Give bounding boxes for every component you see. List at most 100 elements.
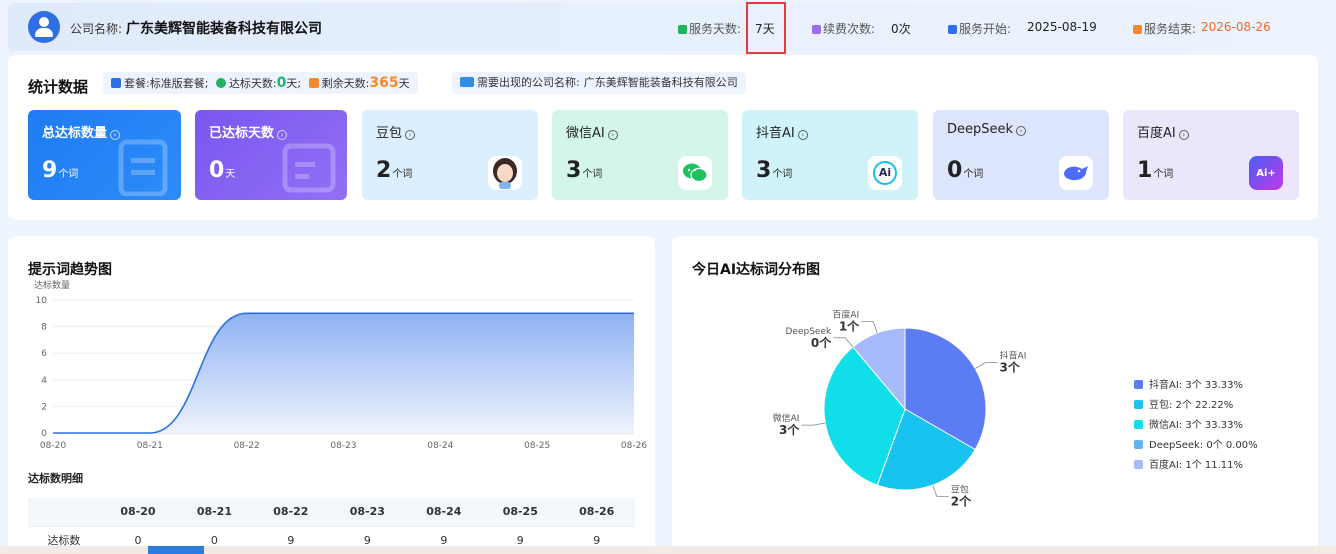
tile-value: 3个词: [566, 158, 603, 183]
tile-douyin-ai[interactable]: 抖音AI › 3个词 Ai: [742, 110, 918, 200]
wechat-icon: [678, 156, 712, 190]
deepseek-whale-icon: [1059, 156, 1093, 190]
x-tick-label: 08-24: [427, 441, 453, 451]
pie-card: 今日AI达标词分布图 抖音AI 3个 豆包 2个 微信AI 3个 DeepSeek 0个 百度A…: [672, 236, 1318, 554]
legend-swatch: [1134, 440, 1143, 449]
tile-value: 0个词: [947, 158, 984, 183]
table-header-date: 08-26: [558, 498, 635, 526]
info-icon: ›: [607, 130, 618, 140]
stats-title: 统计数据: [28, 78, 89, 96]
pie-legend: 抖音AI: 3个 33.33% 豆包: 2个 22.22% 微信AI: 3个 33.…: [1134, 376, 1258, 476]
header-bar: 公司名称: 广东美辉智能装备科技有限公司 服务天数: 7天 续费次数: 0次 服…: [8, 3, 1318, 51]
callout-line: [974, 362, 998, 369]
tile-reached-days[interactable]: 已达标天数 › 0天: [195, 110, 347, 200]
x-tick-label: 08-22: [234, 441, 260, 451]
service-start-value: 2025-08-19: [1027, 20, 1097, 34]
os-taskbar: [0, 546, 1336, 554]
company-label: 公司名称:: [70, 22, 123, 36]
document-icon: [118, 139, 168, 196]
info-icon: ›: [1016, 126, 1027, 136]
taskbar-active-item[interactable]: [148, 546, 204, 554]
highlight-box: [746, 2, 786, 54]
tile-value: 0天: [209, 158, 236, 183]
legend-label: 抖音AI: 3个 33.33%: [1149, 380, 1244, 391]
slice-value-label: 1个: [839, 319, 860, 334]
slice-value-label: 3个: [779, 422, 800, 437]
slice-value-label: 3个: [1000, 360, 1021, 375]
tile-title: 抖音AI ›: [756, 122, 808, 141]
slice-value-label: 2个: [951, 493, 972, 508]
service-end-value: 2026-08-26: [1201, 20, 1271, 34]
trend-card: 提示词趋势图 达标数量 0 2 4 6 8 10 08-20 08-21 08-22 08-23 08…: [8, 236, 655, 554]
info-icon: ›: [277, 130, 288, 140]
callout-line: [861, 321, 878, 334]
y-tick-label: 4: [41, 376, 47, 386]
calendar-check-icon: [678, 25, 687, 34]
x-tick-label: 08-21: [137, 441, 163, 451]
renew-count-value: 0次: [891, 22, 911, 36]
calendar-icon: [282, 143, 336, 193]
baidu-ai-icon: Ai+: [1249, 156, 1283, 190]
callout-line: [932, 484, 949, 497]
package-info: 套餐:标准版套餐; 达标天数:0天; 剩余天数:365天: [103, 72, 418, 94]
renew-icon: [812, 25, 821, 34]
callout-line: [801, 422, 826, 426]
tile-title: 百度AI ›: [1137, 122, 1189, 141]
y-tick-label: 2: [41, 402, 47, 412]
company-name: 广东美辉智能装备科技有限公司: [126, 21, 322, 37]
grid-icon: [948, 25, 957, 34]
table-header-date: 08-20: [99, 498, 177, 526]
legend-swatch: [1134, 420, 1143, 429]
legend-item[interactable]: 抖音AI: 3个 33.33%: [1134, 376, 1258, 396]
y-tick-label: 8: [41, 323, 47, 333]
service-end-label: 服务结束:: [1133, 20, 1196, 37]
company-avatar-icon: [28, 11, 60, 43]
legend-item[interactable]: 百度AI: 1个 11.11%: [1134, 456, 1258, 476]
detail-title: 达标数明细: [28, 472, 83, 485]
legend-item[interactable]: DeepSeek: 0个 0.00%: [1134, 436, 1258, 456]
tile-value: 9个词: [42, 158, 79, 183]
table-header-date: 08-21: [176, 498, 253, 526]
tile-title: 豆包 ›: [376, 122, 416, 141]
x-tick-label: 08-26: [621, 441, 647, 451]
y-axis-label: 达标数量: [34, 279, 70, 291]
tile-baidu-ai[interactable]: 百度AI › 1个词 Ai+: [1123, 110, 1299, 200]
tile-title: 微信AI ›: [566, 122, 618, 141]
table-header-date: 08-25: [482, 498, 559, 526]
info-icon: ›: [110, 130, 121, 140]
legend-swatch: [1134, 380, 1143, 389]
tile-total-reached[interactable]: 总达标数量 › 9个词: [28, 110, 181, 200]
tile-title: 已达标天数 ›: [209, 122, 288, 141]
y-tick-label: 10: [36, 296, 48, 306]
table-header-date: 08-23: [329, 498, 406, 526]
tile-deepseek[interactable]: DeepSeek › 0个词: [933, 110, 1109, 200]
x-tick-label: 08-20: [40, 441, 66, 451]
legend-swatch: [1134, 400, 1143, 409]
legend-item[interactable]: 微信AI: 3个 33.33%: [1134, 416, 1258, 436]
check-circle-icon: [215, 78, 226, 88]
y-tick-label: 6: [41, 349, 47, 359]
tile-wechat-ai[interactable]: 微信AI › 3个词: [552, 110, 728, 200]
table-header-date: 08-22: [252, 498, 330, 526]
slice-value-label: 0个: [811, 335, 832, 350]
message-icon: [460, 77, 474, 87]
x-tick-label: 08-25: [524, 441, 550, 451]
info-icon: ›: [1178, 130, 1189, 140]
tile-value: 2个词: [376, 158, 413, 183]
required-company-info: 需要出现的公司名称: 广东美辉智能装备科技有限公司: [452, 72, 746, 94]
box-icon: [308, 78, 319, 88]
tile-title: DeepSeek ›: [947, 122, 1027, 137]
pie-chart: 抖音AI3个豆包2个微信AI3个DeepSeek0个百度AI1个: [773, 309, 1027, 509]
table-header-blank: [28, 498, 100, 526]
tile-value: 3个词: [756, 158, 793, 183]
tile-doubao[interactable]: 豆包 › 2个词: [362, 110, 538, 200]
tile-value: 1个词: [1137, 158, 1174, 183]
legend-swatch: [1134, 460, 1143, 469]
stats-card: 统计数据 套餐:标准版套餐; 达标天数:0天; 剩余天数:365天 需要出现的公…: [8, 55, 1318, 220]
legend-label: 微信AI: 3个 33.33%: [1149, 420, 1244, 431]
legend-label: DeepSeek: 0个 0.00%: [1149, 440, 1258, 451]
service-start-label: 服务开始:: [948, 20, 1011, 37]
legend-item[interactable]: 豆包: 2个 22.22%: [1134, 396, 1258, 416]
service-days-label: 服务天数:: [678, 20, 741, 37]
doubao-avatar-icon: [488, 156, 522, 190]
